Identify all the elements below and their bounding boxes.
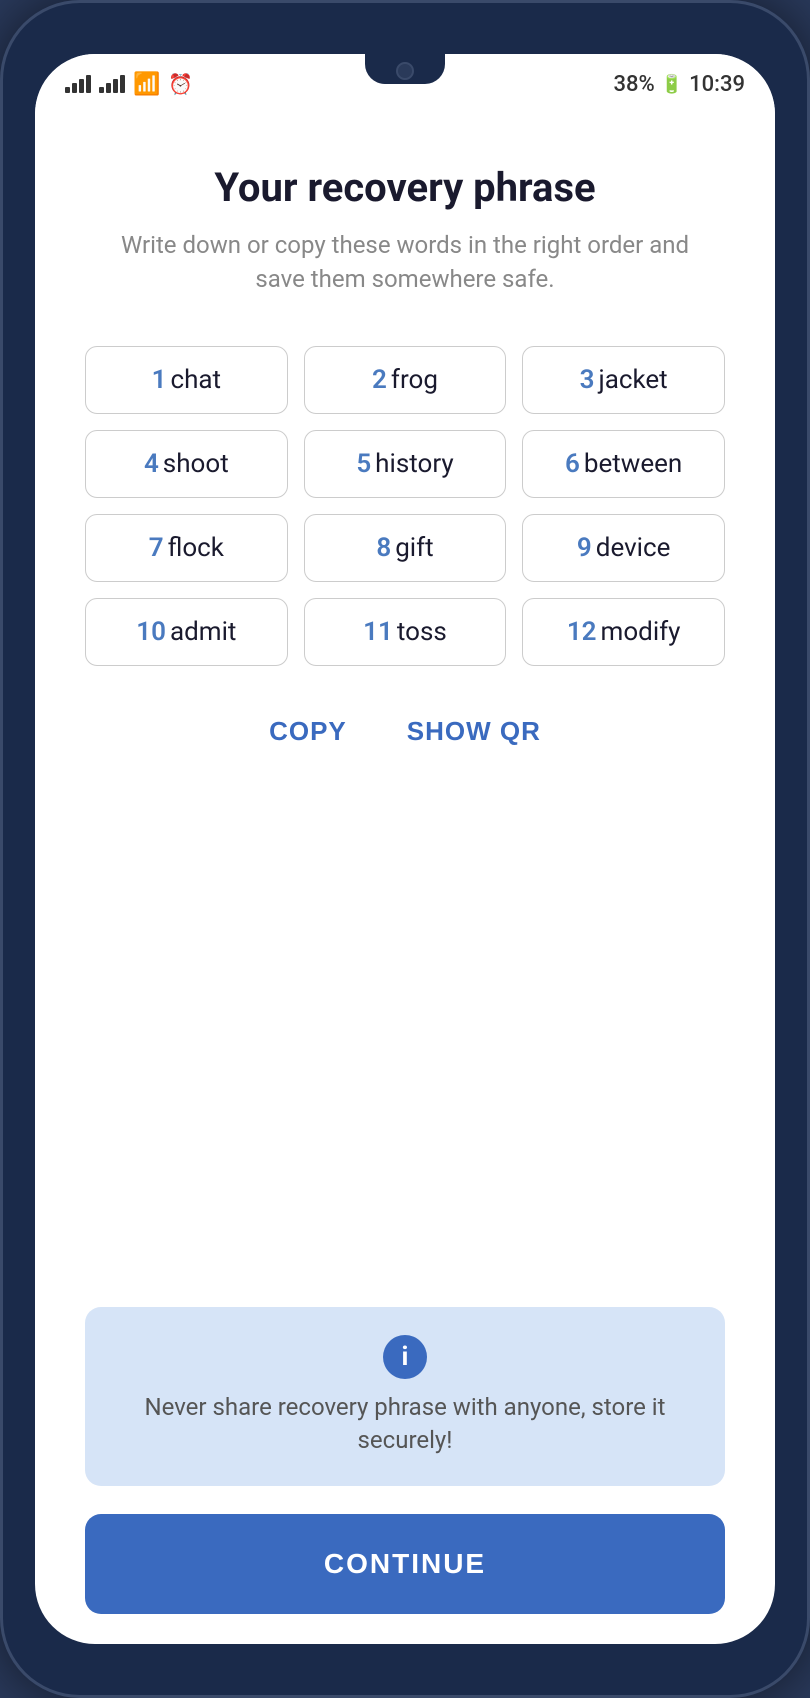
time-display: 10:39 xyxy=(689,72,745,97)
word-chip-8: 8gift xyxy=(304,514,507,582)
word-text: shoot xyxy=(163,449,229,479)
warning-text: Never share recovery phrase with anyone,… xyxy=(115,1391,695,1458)
main-content: Your recovery phrase Write down or copy … xyxy=(35,114,775,1644)
word-text: between xyxy=(584,449,682,479)
warning-box: i Never share recovery phrase with anyon… xyxy=(85,1307,725,1486)
word-chip-4: 4shoot xyxy=(85,430,288,498)
status-left: 📶 ⏰ xyxy=(65,72,193,97)
word-num: 6 xyxy=(565,449,580,479)
word-chip-12: 12modify xyxy=(522,598,725,666)
word-num: 9 xyxy=(577,533,592,563)
signal-bars-1 xyxy=(65,75,91,93)
word-num: 11 xyxy=(363,617,393,647)
word-text: admit xyxy=(170,617,236,647)
signal-bars-2 xyxy=(99,75,125,93)
word-text: jacket xyxy=(598,365,667,395)
word-num: 5 xyxy=(356,449,371,479)
word-num: 8 xyxy=(376,533,391,563)
word-num: 12 xyxy=(567,617,597,647)
phone-frame: 📶 ⏰ 38% 🔋 10:39 Your recovery phrase Wri… xyxy=(0,0,810,1698)
word-num: 4 xyxy=(144,449,159,479)
word-text: flock xyxy=(168,533,224,563)
spacer xyxy=(85,787,725,1307)
word-chip-1: 1chat xyxy=(85,346,288,414)
word-num: 1 xyxy=(152,365,167,395)
word-grid: 1chat2frog3jacket4shoot5history6between7… xyxy=(85,346,725,666)
word-chip-2: 2frog xyxy=(304,346,507,414)
word-text: chat xyxy=(170,365,221,395)
info-icon: i xyxy=(383,1335,427,1379)
page-subtitle: Write down or copy these words in the ri… xyxy=(85,229,725,296)
status-right: 38% 🔋 10:39 xyxy=(614,72,745,97)
word-chip-11: 11toss xyxy=(304,598,507,666)
word-chip-5: 5history xyxy=(304,430,507,498)
word-num: 7 xyxy=(149,533,164,563)
word-chip-3: 3jacket xyxy=(522,346,725,414)
battery-icon: 🔋 xyxy=(661,74,683,95)
notch xyxy=(345,54,465,90)
wifi-icon: 📶 xyxy=(133,72,160,97)
show-qr-button[interactable]: SHOW QR xyxy=(407,716,541,747)
continue-button[interactable]: CONTINUE xyxy=(85,1514,725,1614)
word-text: toss xyxy=(397,617,447,647)
word-text: history xyxy=(375,449,453,479)
battery-percent: 38% xyxy=(614,72,655,97)
word-text: modify xyxy=(601,617,681,647)
page-title: Your recovery phrase xyxy=(85,164,725,211)
word-chip-10: 10admit xyxy=(85,598,288,666)
word-chip-6: 6between xyxy=(522,430,725,498)
camera xyxy=(396,62,414,80)
action-row: COPY SHOW QR xyxy=(85,716,725,747)
word-chip-7: 7flock xyxy=(85,514,288,582)
word-text: frog xyxy=(391,365,438,395)
alarm-icon: ⏰ xyxy=(168,72,193,96)
phone-screen: 📶 ⏰ 38% 🔋 10:39 Your recovery phrase Wri… xyxy=(35,54,775,1644)
word-num: 10 xyxy=(136,617,166,647)
word-text: device xyxy=(596,533,671,563)
copy-button[interactable]: COPY xyxy=(269,716,347,747)
word-num: 2 xyxy=(372,365,387,395)
word-chip-9: 9device xyxy=(522,514,725,582)
word-num: 3 xyxy=(580,365,595,395)
word-text: gift xyxy=(395,533,433,563)
